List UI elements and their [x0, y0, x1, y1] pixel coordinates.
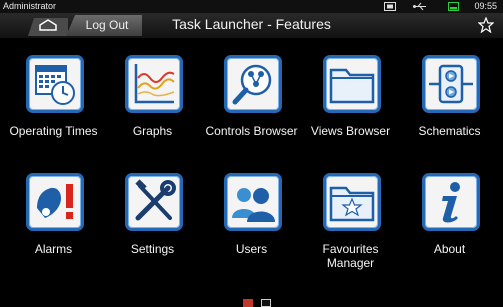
tile-label: Users	[235, 242, 268, 256]
page-indicator-inactive[interactable]	[261, 299, 271, 307]
tile-label: Views Browser	[310, 124, 391, 138]
alarm-bell-icon	[37, 184, 73, 219]
tile-label: Favourites Manager	[322, 242, 379, 270]
star-icon[interactable]	[478, 17, 494, 33]
tools-icon	[135, 179, 176, 221]
tile-users[interactable]: Users	[202, 165, 301, 277]
battery-icon	[448, 2, 459, 11]
favourites-folder-icon	[329, 186, 375, 222]
pagination	[0, 288, 503, 307]
tile-icon-box[interactable]	[26, 173, 84, 231]
tile-alarms[interactable]: Alarms	[4, 165, 103, 277]
tile-favourites-manager[interactable]: Favourites Manager	[301, 165, 400, 277]
screen-icon	[384, 2, 396, 11]
tile-label: Operating Times	[9, 124, 98, 138]
users-icon	[232, 188, 275, 222]
status-bar: Administrator 09:55	[0, 0, 503, 13]
screen: Administrator 09:55 Log Out Task Launche…	[0, 0, 503, 307]
page-title: Task Launcher - Features	[172, 16, 331, 32]
page-indicator-active[interactable]	[243, 299, 253, 307]
calendar-clock-icon	[35, 65, 75, 105]
folder-icon	[329, 68, 375, 104]
tile-icon-box[interactable]	[26, 55, 84, 113]
usb-icon	[413, 2, 426, 11]
tile-label: Controls Browser	[205, 124, 298, 138]
status-time: 09:55	[474, 1, 497, 11]
tile-icon-box[interactable]	[422, 55, 480, 113]
tile-label: Schematics	[418, 124, 481, 138]
tile-label: Settings	[130, 242, 175, 256]
tile-schematics[interactable]: Schematics	[400, 47, 499, 159]
tile-icon-box[interactable]	[323, 173, 381, 231]
title-bar: Log Out Task Launcher - Features	[0, 13, 503, 38]
line-graph-icon	[134, 64, 175, 104]
tile-settings[interactable]: Settings	[103, 165, 202, 277]
tile-operating-times[interactable]: Operating Times	[4, 47, 103, 159]
feature-grid: Operating Times Graphs Controls Browser …	[4, 47, 499, 277]
tile-icon-box[interactable]	[125, 55, 183, 113]
tile-icon-box[interactable]	[422, 173, 480, 231]
tile-label: About	[433, 242, 466, 256]
tile-label: Graphs	[132, 124, 173, 138]
tile-graphs[interactable]: Graphs	[103, 47, 202, 159]
tile-icon-box[interactable]	[224, 55, 282, 113]
controls-browser-icon	[232, 64, 272, 105]
schematic-icon	[429, 64, 473, 104]
tile-views-browser[interactable]: Views Browser	[301, 47, 400, 159]
tile-about[interactable]: About	[400, 165, 499, 277]
tile-icon-box[interactable]	[224, 173, 282, 231]
tile-icon-box[interactable]	[323, 55, 381, 113]
tile-controls-browser[interactable]: Controls Browser	[202, 47, 301, 159]
info-icon	[442, 182, 460, 223]
tile-icon-box[interactable]	[125, 173, 183, 231]
status-user: Administrator	[3, 1, 57, 11]
tile-label: Alarms	[34, 242, 73, 256]
